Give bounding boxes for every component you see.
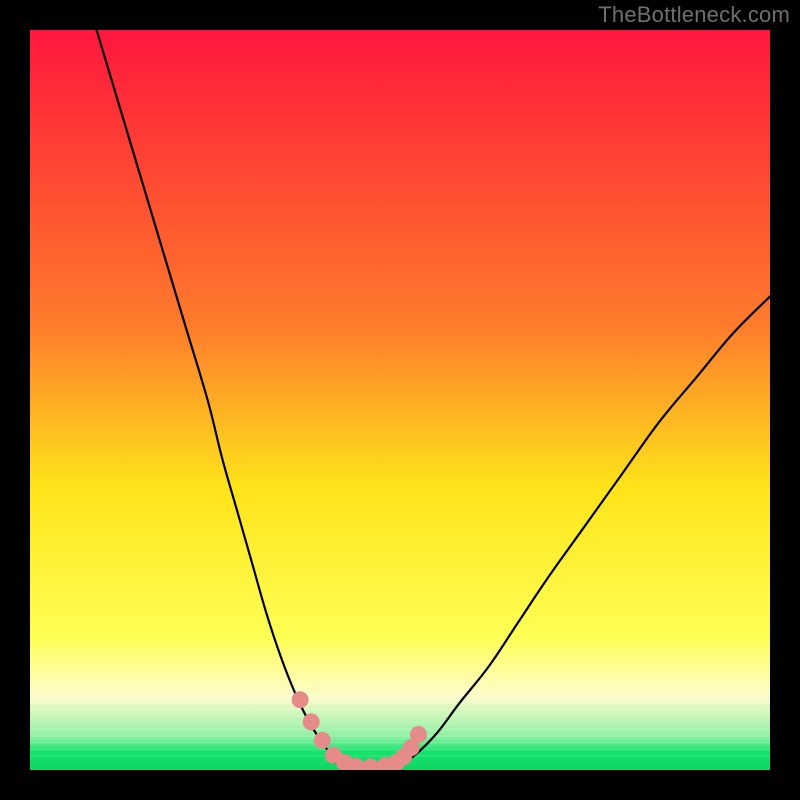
chart-svg <box>30 30 770 770</box>
watermark-text: TheBottleneck.com <box>598 2 790 28</box>
marker-dot <box>303 713 320 730</box>
outer-frame: TheBottleneck.com <box>0 0 800 800</box>
gradient-background <box>30 30 770 770</box>
marker-dot <box>292 691 309 708</box>
marker-dot <box>410 726 427 743</box>
chart-plot-area <box>30 30 770 770</box>
marker-dot <box>314 732 331 749</box>
